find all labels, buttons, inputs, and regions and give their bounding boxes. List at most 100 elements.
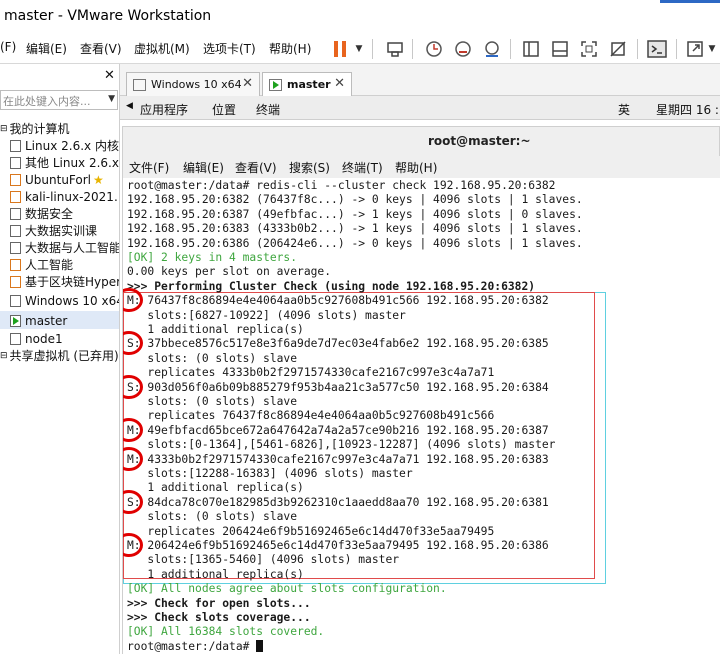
terminal-title: root@master:~ <box>428 134 531 148</box>
terminal-line: S: 37bbece8576c517e8e3f6a9de7d7ec03e4fab… <box>127 337 549 351</box>
close-icon[interactable]: ✕ <box>242 76 253 91</box>
terminal-menu-edit[interactable]: 编辑(E) <box>183 159 224 176</box>
library-item-label: 大数据实训课 <box>25 224 98 238</box>
library-item-label: master <box>25 313 68 328</box>
collapse-icon[interactable]: ⊟ <box>0 351 8 361</box>
menu-view[interactable]: 查看(V) <box>80 40 122 57</box>
library-item-vm[interactable]: 大数据与人工智能 <box>10 239 119 256</box>
library-item-vm[interactable]: UbuntuForl ★ <box>10 171 104 188</box>
fullscreen-icon[interactable] <box>578 37 600 61</box>
pause-icon[interactable] <box>330 37 350 61</box>
gnome-topbar: ◀ 应用程序 位置 终端 英 星期四 16 : <box>120 96 720 120</box>
library-item-label: kali-linux-2021.1 <box>25 189 120 204</box>
terminal-line: S: 903d056f0a6b09b885279f953b4aa21c3a577… <box>127 380 549 394</box>
close-icon[interactable]: ✕ <box>334 76 345 91</box>
vm-icon <box>10 241 21 254</box>
vm-orange-icon <box>10 190 21 203</box>
terminal-line: S: 84dca78c070e182985d3b9262310c1aaedd8a… <box>127 495 549 509</box>
library-item-vm[interactable]: 数据安全 <box>10 205 73 222</box>
library-item-vm[interactable]: 其他 Linux 2.6.x <box>10 154 119 171</box>
tab-windows10[interactable]: Windows 10 x64 ✕ <box>126 72 260 96</box>
revert-snapshot-icon[interactable] <box>452 37 474 61</box>
terminal-line: 1 additional replica(s) <box>127 481 304 495</box>
vm-orange-icon <box>10 275 21 288</box>
library-item-label: 人工智能 <box>25 258 74 272</box>
terminal-icon[interactable] <box>645 37 669 61</box>
input-method-indicator[interactable]: 英 <box>618 101 630 118</box>
menu-vm[interactable]: 虚拟机(M) <box>134 40 190 57</box>
terminal-menu-view[interactable]: 查看(V) <box>235 159 277 176</box>
titlebar-accent <box>660 0 720 3</box>
chevron-down-icon[interactable]: ▼ <box>108 94 115 104</box>
stretch-icon[interactable] <box>684 37 706 61</box>
terminal-menu-terminal[interactable]: 终端(T) <box>342 159 383 176</box>
gnome-places[interactable]: 位置 <box>212 101 236 118</box>
terminal-menu-file[interactable]: 文件(F) <box>129 159 169 176</box>
library-panel: ✕ 在此处键入内容... ▼ ⊟ 我的计算机 Linux 2.6.x 内核 其他… <box>0 64 120 654</box>
terminal-line: slots: (0 slots) slave <box>127 510 298 524</box>
search-placeholder: 在此处键入内容... <box>3 95 91 108</box>
library-item-vm[interactable]: kali-linux-2021.1 <box>10 188 120 205</box>
unity-icon[interactable] <box>607 37 629 61</box>
terminal-line: [OK] All 16384 slots covered. <box>127 625 325 639</box>
stretch-dropdown-icon[interactable]: ▼ <box>706 37 718 61</box>
collapse-icon[interactable]: ⊟ <box>0 124 8 134</box>
gnome-terminal[interactable]: 终端 <box>256 101 280 118</box>
toolbar-separator <box>412 39 413 59</box>
terminal-line: slots:[1365-5460] (4096 slots) master <box>127 553 400 567</box>
terminal-output[interactable]: root@master:/data# redis-cli --cluster c… <box>122 178 720 654</box>
tab-label: master <box>287 78 331 91</box>
terminal-menu-help[interactable]: 帮助(H) <box>395 159 437 176</box>
library-view-icon[interactable] <box>520 37 542 61</box>
terminal-line: [OK] 2 keys in 4 masters. <box>127 251 298 264</box>
toolbar-separator <box>637 39 638 59</box>
library-item-label: 其他 Linux 2.6.x <box>25 156 119 170</box>
vm-icon <box>10 156 21 169</box>
menu-tabs[interactable]: 选项卡(T) <box>203 40 256 57</box>
gnome-clock[interactable]: 星期四 16 : <box>656 101 719 118</box>
library-item-label: 数据安全 <box>25 207 74 221</box>
console-view-icon[interactable] <box>549 37 571 61</box>
terminal-line: >>> Check for open slots... <box>127 596 311 610</box>
library-item-vm[interactable]: 人工智能 <box>10 256 73 273</box>
terminal-line: M: 4333b0b2f2971574330cafe2167c997e3c4a7… <box>127 452 549 466</box>
terminal-line: M: 206424e6f9b51692465e6c14d470f33e5aa79… <box>127 539 549 552</box>
terminal-titlebar: root@master:~ <box>122 126 720 156</box>
library-item-shared[interactable]: ⊟ 共享虚拟机 (已弃用) <box>0 347 119 364</box>
terminal-line: 1 additional replica(s) <box>127 567 304 581</box>
vm-running-icon <box>269 78 282 91</box>
library-item-vm[interactable]: 基于区块链Hyperledger <box>10 273 119 290</box>
library-search-input[interactable]: 在此处键入内容... ▼ <box>0 90 118 110</box>
gnome-applications[interactable]: 应用程序 <box>140 101 188 118</box>
tab-label: Windows 10 x64 <box>151 78 242 91</box>
library-item-my-computer[interactable]: ⊟ 我的计算机 <box>0 120 70 137</box>
library-item-vm[interactable]: Windows 10 x64 <box>10 292 120 309</box>
menubar: (F) 编辑(E) 查看(V) 虚拟机(M) 选项卡(T) 帮助(H) ▼ ▼ <box>0 34 720 64</box>
menu-help[interactable]: 帮助(H) <box>269 40 311 57</box>
vm-icon <box>133 78 146 91</box>
terminal-menu-search[interactable]: 搜索(S) <box>289 159 330 176</box>
library-item-label: Linux 2.6.x 内核 <box>25 139 119 153</box>
dropdown-icon[interactable]: ▼ <box>352 37 366 61</box>
library-item-master[interactable]: master <box>10 312 67 329</box>
terminal-line: 192.168.95.20:6382 (76437f8c...) -> 0 ke… <box>127 193 583 207</box>
library-item-vm[interactable]: 大数据实训课 <box>10 222 97 239</box>
terminal-line: slots: (0 slots) slave <box>127 351 298 365</box>
library-item-label: Windows 10 x64 <box>25 293 120 308</box>
terminal-line: slots: (0 slots) slave <box>127 395 298 408</box>
terminal-line: slots:[12288-16383] (4096 slots) master <box>127 467 413 480</box>
close-icon[interactable]: ✕ <box>104 68 115 83</box>
terminal-line: 192.168.95.20:6387 (49efbfac...) -> 1 ke… <box>127 207 583 221</box>
send-keys-icon[interactable] <box>384 37 406 61</box>
library-item-vm[interactable]: Linux 2.6.x 内核 <box>10 137 119 154</box>
snapshot-manager-icon[interactable] <box>481 37 503 61</box>
snapshot-icon[interactable] <box>423 37 445 61</box>
library-item-vm[interactable]: node1 <box>10 330 63 347</box>
terminal-line: 192.168.95.20:6383 (4333b0b2...) -> 1 ke… <box>127 222 583 236</box>
terminal-line: replicates 4333b0b2f2971574330cafe2167c9… <box>127 366 495 380</box>
menu-file[interactable]: (F) <box>0 40 16 54</box>
terminal-line: replicates 206424e6f9b51692465e6c14d470f… <box>127 524 495 538</box>
tab-master[interactable]: master ✕ <box>262 72 352 96</box>
vm-icon <box>10 294 21 307</box>
menu-edit[interactable]: 编辑(E) <box>26 40 67 57</box>
